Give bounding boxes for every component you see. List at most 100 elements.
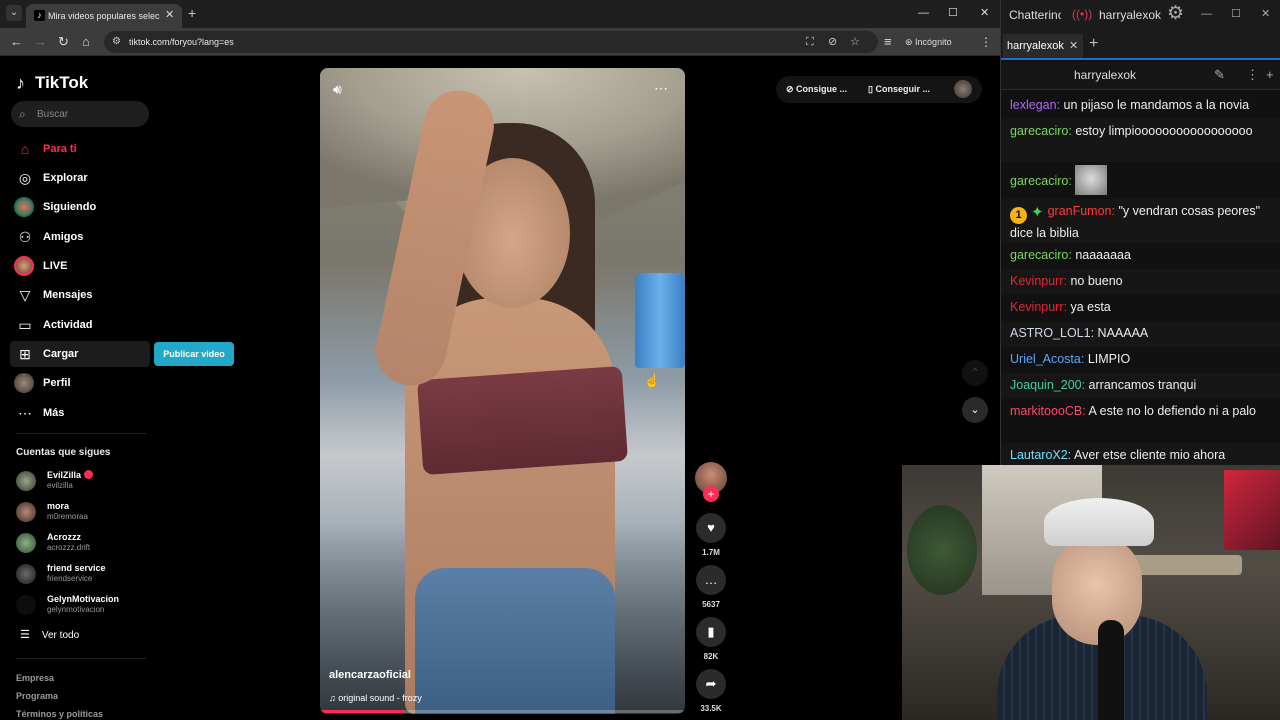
publish-video-button[interactable]: Publicar video <box>154 342 234 366</box>
nav-siguiendo[interactable]: Siguiendo <box>10 194 150 220</box>
nav-amigos[interactable]: ⚇ Amigos <box>10 224 150 250</box>
browser-menu-icon[interactable]: ⋮ <box>980 34 992 50</box>
user-avatar[interactable] <box>954 80 972 98</box>
live-broadcast-icon[interactable]: ((•)) <box>1072 7 1092 21</box>
next-video-button[interactable]: ⌄ <box>962 397 988 423</box>
chat-message: garecaciro: naaaaaaa <box>1001 243 1280 269</box>
footer-link[interactable]: Empresa <box>16 672 54 684</box>
following-item[interactable]: Acrozzz acrozzz.drift <box>16 530 156 556</box>
footer-link[interactable]: Términos y políticas <box>16 708 103 720</box>
chat-username[interactable]: garecaciro: <box>1010 174 1072 188</box>
save-button[interactable]: ▮ <box>696 617 726 647</box>
translate-icon[interactable]: ⛶ <box>806 35 814 49</box>
chat-tab[interactable]: harryalexok ✕ <box>1003 34 1083 58</box>
list-icon: ☰ <box>20 629 30 641</box>
video-player[interactable]: 🔊︎ ⋯ alencarzaoficial ♫ original sound -… <box>320 68 685 714</box>
nav-perfil[interactable]: Perfil <box>10 370 150 396</box>
volume-icon[interactable]: 🔊︎ <box>333 81 342 97</box>
chat-username[interactable]: Uriel_Acosta: <box>1010 352 1084 366</box>
nav-mas[interactable]: ⋯ Más <box>10 400 150 426</box>
close-window-icon[interactable]: ✕ <box>1261 7 1270 21</box>
url-text[interactable]: tiktok.com/foryou?lang=es <box>129 35 234 49</box>
chat-username[interactable]: Kevinpurr: <box>1010 300 1067 314</box>
back-icon[interactable]: ← <box>10 34 23 50</box>
share-button[interactable]: ➦ <box>696 669 726 699</box>
site-info-icon[interactable]: ⚙ <box>112 35 121 49</box>
chat-username[interactable]: Kevinpurr: <box>1010 274 1067 288</box>
add-tab-icon[interactable]: + <box>1089 35 1098 53</box>
emote-image <box>1075 165 1108 195</box>
nav-live[interactable]: LIVE <box>10 253 150 279</box>
maximize-icon[interactable]: ☐ <box>948 6 958 20</box>
chat-username[interactable]: Joaquin_200: <box>1010 378 1085 392</box>
incognito-icon: ⊛ <box>905 37 916 47</box>
footer-link[interactable]: Programa <box>16 690 58 702</box>
chat-username[interactable]: garecaciro: <box>1010 248 1072 262</box>
home-icon[interactable]: ⌂ <box>82 34 90 50</box>
previous-video-button[interactable]: ⌃ <box>962 360 988 386</box>
comment-icon: … <box>704 572 718 587</box>
gear-icon[interactable]: ⚙ <box>1167 4 1184 24</box>
more-options-icon[interactable]: ⋮ <box>1246 67 1259 83</box>
nav-explorar[interactable]: ◎ Explorar <box>10 165 150 191</box>
following-name: GelynMotivacion <box>47 594 120 604</box>
maximize-icon[interactable]: ☐ <box>1231 7 1241 21</box>
music-note-icon: ♫ <box>329 693 339 703</box>
channel-name[interactable]: harryalexok <box>1001 68 1209 82</box>
get-coins-button[interactable]: ⊘ Consigue ... <box>786 82 847 96</box>
incognito-indicator[interactable]: ⊛ Incógnito <box>905 33 952 51</box>
minimize-icon[interactable]: — <box>1201 7 1212 21</box>
get-app-button[interactable]: ▯ Conseguir ... <box>868 82 930 96</box>
forward-icon[interactable]: → <box>34 34 47 50</box>
follow-plus-icon[interactable]: + <box>703 486 719 502</box>
chat-message: Kevinpurr: no bueno <box>1001 269 1280 295</box>
following-item[interactable]: GelynMotivacion gelynmotivacion <box>16 592 156 618</box>
omnibox[interactable]: ⚙ tiktok.com/foryou?lang=es ⛶ ⊘ ☆ <box>104 31 878 53</box>
reading-list-icon[interactable]: ≡ <box>884 34 892 50</box>
chat-text: ya esta <box>1066 300 1111 314</box>
following-item[interactable]: friend service friendservice <box>16 561 156 587</box>
minimize-icon[interactable]: — <box>918 6 929 20</box>
tiktok-note-icon: ♪ <box>16 73 25 93</box>
upload-icon: ⊞ <box>19 346 31 362</box>
following-item[interactable]: mora m0remoraa <box>16 499 156 525</box>
chat-username[interactable]: granFumon: <box>1048 204 1115 218</box>
search-input[interactable] <box>37 105 142 123</box>
new-tab-button[interactable]: + <box>188 5 196 21</box>
chat-username[interactable]: markitoooCB: <box>1010 404 1086 418</box>
nav-para-ti[interactable]: ⌂ Para ti <box>10 136 150 162</box>
close-window-icon[interactable]: ✕ <box>980 6 989 20</box>
video-progress-bar[interactable] <box>320 710 685 713</box>
reload-icon[interactable]: ↻ <box>58 34 69 50</box>
following-item[interactable]: EvilZilla evilzilla <box>16 468 156 494</box>
chat-username[interactable]: LautaroX2: <box>1010 448 1071 462</box>
tab-close-icon[interactable]: ✕ <box>165 8 174 22</box>
tab-search-button[interactable]: ⌄ <box>6 5 22 21</box>
chat-message: garecaciro: <box>1001 162 1280 199</box>
chat-message: markitoooCB: A este no lo defiendo ni a … <box>1001 399 1280 443</box>
bookmark-star-icon[interactable]: ☆ <box>850 35 860 49</box>
like-button[interactable]: ♥ <box>696 513 726 543</box>
webcam-plant <box>907 505 977 595</box>
tracking-icon[interactable]: ⊘ <box>828 35 837 49</box>
comment-button[interactable]: … <box>696 565 726 595</box>
chat-username[interactable]: garecaciro: <box>1010 124 1072 138</box>
pen-icon[interactable]: ✎ <box>1214 67 1225 83</box>
video-frame-water-cooler <box>635 273 685 368</box>
video-sound[interactable]: ♫ original sound - frozy <box>329 692 422 704</box>
more-options-icon[interactable]: ⋯ <box>654 80 668 96</box>
close-icon[interactable]: ✕ <box>1069 39 1078 53</box>
nav-actividad[interactable]: ▭ Actividad <box>10 312 150 338</box>
video-author[interactable]: alencarzaoficial <box>329 668 411 682</box>
nav-cargar[interactable]: ⊞ Cargar <box>10 341 150 367</box>
nav-mensajes[interactable]: ▽ Mensajes <box>10 282 150 308</box>
chat-message: ASTRO_LOL1: NAAAAA <box>1001 321 1280 347</box>
search-box[interactable]: ⌕ <box>11 101 149 127</box>
account-name[interactable]: harryalexok <box>1099 7 1161 23</box>
see-all-link[interactable]: ☰ Ver todo <box>20 628 79 642</box>
chat-text: un pijaso le mandamos a la novia <box>1060 98 1250 112</box>
chat-username[interactable]: lexlegan: <box>1010 98 1060 112</box>
chat-username[interactable]: ASTRO_LOL1: <box>1010 326 1094 340</box>
add-split-icon[interactable]: + <box>1266 67 1274 83</box>
browser-tab[interactable]: ♪ Mira videos populares seleccion ✕ <box>26 4 182 28</box>
